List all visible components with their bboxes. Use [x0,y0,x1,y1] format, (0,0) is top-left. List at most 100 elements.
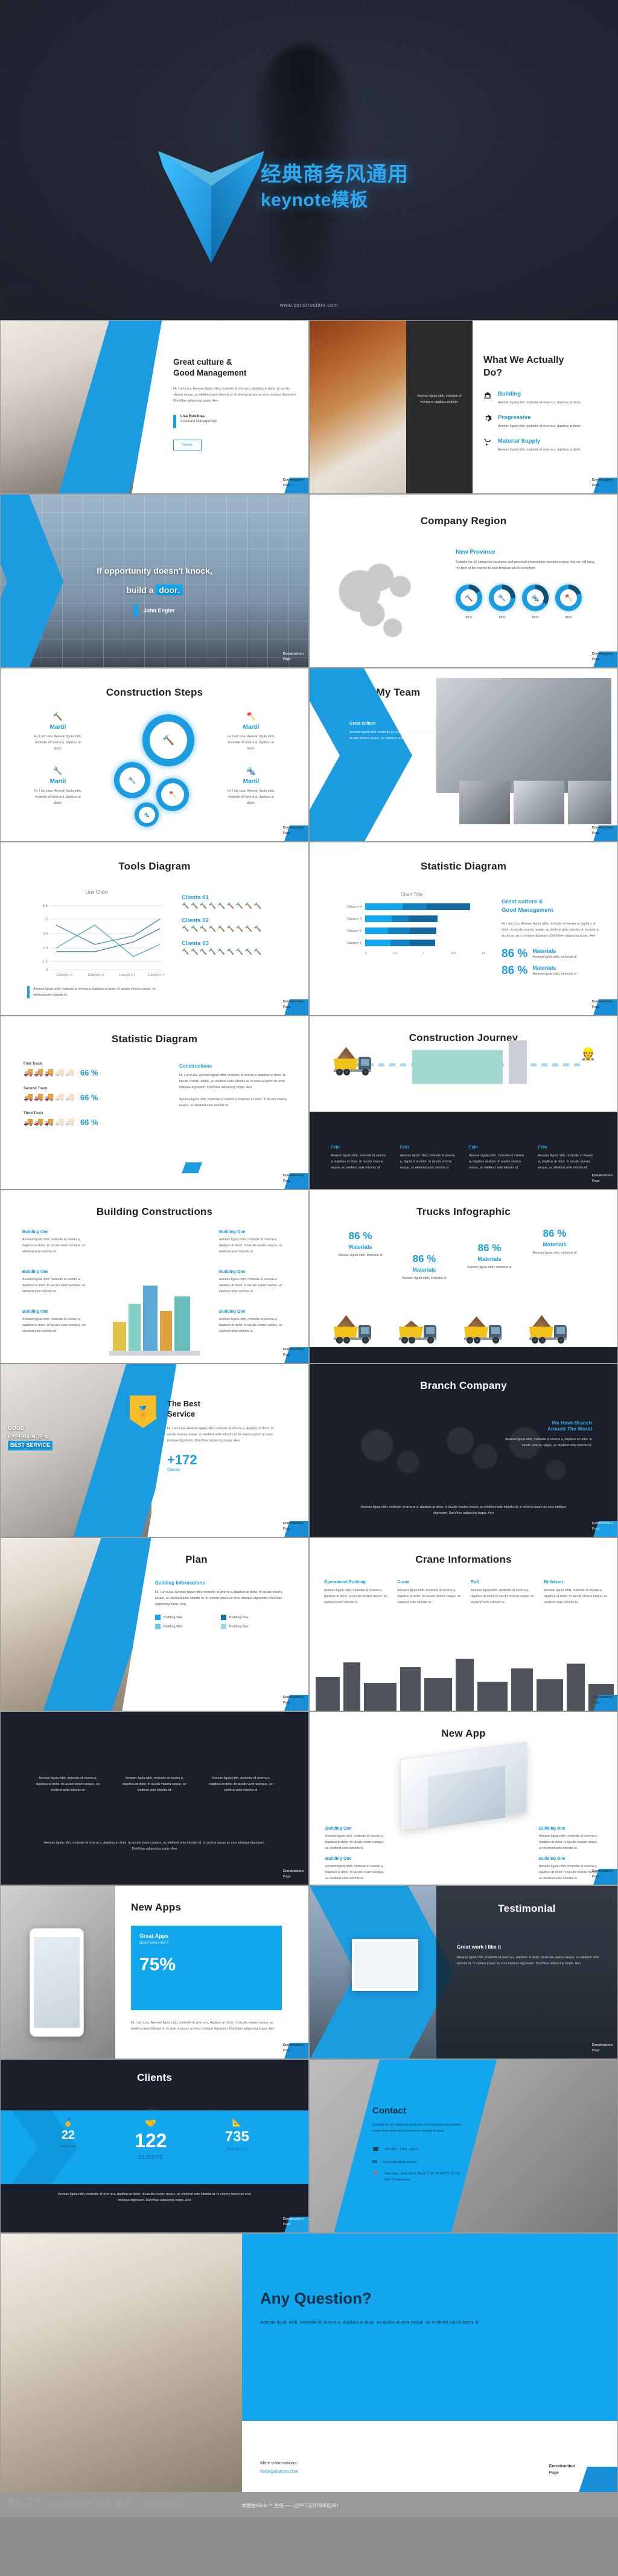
stat-body: Aenean ligula nibh, molestie id [402,1277,447,1280]
stat-body: Aenean ligula nibh, molestie id [467,1266,512,1269]
slide-clients[interactable]: Clients 🏅 22 AWARDS 🤝 122 CLIENTS 📐 735 … [0,2059,309,2233]
slide-tools-diagram[interactable]: Tools Diagram Line Chart 6.5 5 3.8 2.8 1.5 0… [0,842,309,1016]
feature-label: Progressive [498,414,531,421]
stat-label: Materials [532,947,556,954]
row-label: Third Truck [24,1112,43,1115]
stat-value: 22 [61,2129,75,2142]
slide-construction-journey[interactable]: Construction Journey 👷 Febr Aenean ligul… [309,1016,618,1190]
slide-branch-company[interactable]: Branch Company We Have Branch Around The… [309,1363,618,1537]
details-button[interactable]: Details [173,440,202,451]
city-illustration [109,1271,200,1356]
slide-statistic-diagram-icons[interactable]: Statistic Diagram First Truck 🚚🚚🚚🚚🚚 66 %… [0,1016,309,1190]
watermark-footer: 素材天下 sucaisucai.com 编号：03808012 本图由iSlid… [0,2493,618,2517]
team-sub: Great culture [349,722,376,726]
gear-small: 🔩 [135,803,159,827]
slide-great-culture[interactable]: Great culture & Good Management Hi, I am… [0,320,309,494]
slide-building-constructions[interactable]: Building Constructions Building One Aene… [0,1190,309,1363]
col-label: Building One [325,1857,352,1861]
branch-sub-line2: Around The World [547,1426,592,1432]
gear-icon [485,414,492,421]
axe-icon: 🪓 [161,783,184,806]
legend-label: Building One [229,1624,249,1629]
desk-photo [310,321,406,493]
slide-footer: Construction Page [592,652,613,662]
team-photo [436,678,611,793]
footer-brand: Construction [282,826,304,830]
slide-dark-icons[interactable]: 🏗 Aenean ligula nibh, molestie id viverr… [0,1711,309,1885]
truck-illustration [399,1321,436,1344]
step-body: Hi, I am Lisa. Aenean ligula nibh, moles… [34,735,82,751]
contact-row[interactable]: 📍 Bandung, Jawa Barat Block C NO 90 4027… [372,2171,463,2184]
journey-block-2 [509,1040,527,1084]
wrench-icon: 🔧 [498,594,506,602]
legend-swatch [221,1615,226,1620]
bar-label: Category 2 [346,929,362,933]
slide-what-we-do[interactable]: Aenean ligula nibh, molestie id viverra … [309,320,618,494]
slide-body-text: Hi, I am Lisa. Aenean ligula nibh, moles… [173,387,297,403]
eyebrow-line2: EXPERIENCE & [8,1433,49,1440]
more-url[interactable]: www.greatcon.com [260,2469,298,2474]
slide-quote[interactable]: If opportunity doesn't knock, build a do… [0,494,309,668]
slide-good-plan[interactable]: Good Plan Building Informations Hi, I am… [0,1537,309,1711]
slide-construction-steps[interactable]: Construction Steps 🔨 Martil Hi, I am Lis… [0,668,309,842]
bar-label: Category 3 [346,917,362,921]
stat-value: 86 % [477,1242,502,1254]
slide-footer: Construction Page [283,1521,304,1532]
contact-row[interactable]: ☎ +62 037 - 7364 - 8364 [372,2146,463,2153]
slide-new-apps[interactable]: New Apps Great Apps Great work I like it… [0,1885,309,2059]
journey-step: Febr Aenean ligula nibh, molestie id viv… [400,1145,458,1171]
slide-any-question[interactable]: Any Question? Aenean ligula nibh, molest… [0,2233,618,2493]
card-body: Aenean ligula nibh, molestie id viverra … [22,1278,86,1293]
service-body: Hi, I am Lisa. Aenean ligula nibh, moles… [167,1426,274,1443]
north-america-map [322,543,448,658]
tool-icon-row: 🔨🔨🔨🔨🔨🔨🔨🔨🔨 [182,903,263,909]
footer-brand: Construction [282,1174,304,1178]
branch-footer-text: Aenean ligula nibh, molestie id viverra … [360,1505,567,1515]
bar-row: Category 3 [336,915,487,922]
col-label: Crane [397,1580,410,1584]
slide-footer: Construction Page [283,825,304,836]
slide-statistic-diagram-bars[interactable]: Statistic Diagram Chart Title Category 4… [309,842,618,1016]
legend-item: Building One [221,1624,278,1629]
footer-brand: Construction [591,1870,613,1874]
blue-panel [242,2234,617,2421]
stat-label: Materials [348,1244,372,1250]
slide-new-app[interactable]: New App Building One Aenean ligula nibh,… [309,1711,618,1885]
wrench-icon: 🔧 [119,767,145,793]
slide-testimonial[interactable]: Testimonial Great work I like it Aenean … [309,1885,618,2059]
col-body: Aenean ligula nibh, molestie id viverra … [397,1589,461,1604]
crane-icon: 🏗 [147,1757,162,1769]
slide-contact[interactable]: Contact Suitable for all categories busi… [309,2059,618,2233]
slide-title: New App [441,1728,486,1739]
slide-meet-my-team[interactable]: Meet My Team Great culture Aenean ligula… [309,668,618,842]
slide-best-service[interactable]: GOOD EXPERIENCE & BEST SERVICE 🏅 The Bes… [0,1363,309,1537]
row-label: First Truck [24,1062,42,1066]
dark-panel [406,321,473,493]
footer-brand: Construction [282,1348,304,1352]
bar-row: Category 1 [336,940,487,946]
card-label: Building One [219,1230,246,1234]
legend-label: Building One [164,1624,183,1629]
slide-footer: Construction Page [592,1521,613,1532]
footer-brand: Construction [282,652,304,656]
journey-step: Febr Aenean ligula nibh, molestie id viv… [331,1145,389,1171]
svg-text:Category 2: Category 2 [88,973,104,977]
step-label: Martil [49,778,66,785]
gear-medium: 🔧 [114,762,150,798]
footer-page: Page [282,831,291,836]
step-body: Hi, I am Lisa. Aenean ligula nibh, moles… [227,735,275,751]
accent-bar [27,986,30,998]
feature-item: Material Supply Aenean ligula nibh, mole… [483,438,604,453]
slide-trucks-infographic[interactable]: Trucks Infographic 86 % Materials Aenean… [309,1190,618,1363]
slide-crane-informations[interactable]: Crane Informations Operational Building … [309,1537,618,1711]
info-card: Building One Aenean ligula nibh, molesti… [219,1310,287,1334]
line-chart: 6.5 5 3.8 2.8 1.5 0 Category 1 Category 2 Cat… [43,905,165,977]
contact-row[interactable]: ✉ inspiradign@gmail.com [372,2159,463,2165]
wrench-icon: 🔧 [53,766,63,775]
legend-item: Building One [221,1615,278,1620]
watermark-right: 本图由iSlide™ 生成——让PPT设计简单起来！ [241,2503,342,2508]
footer-page: Page [591,2049,600,2053]
slide-company-region[interactable]: Company Region New Province Suitable for… [309,494,618,668]
big-number: +172 [167,1452,197,1467]
mail-icon: ✉ [372,2159,377,2165]
